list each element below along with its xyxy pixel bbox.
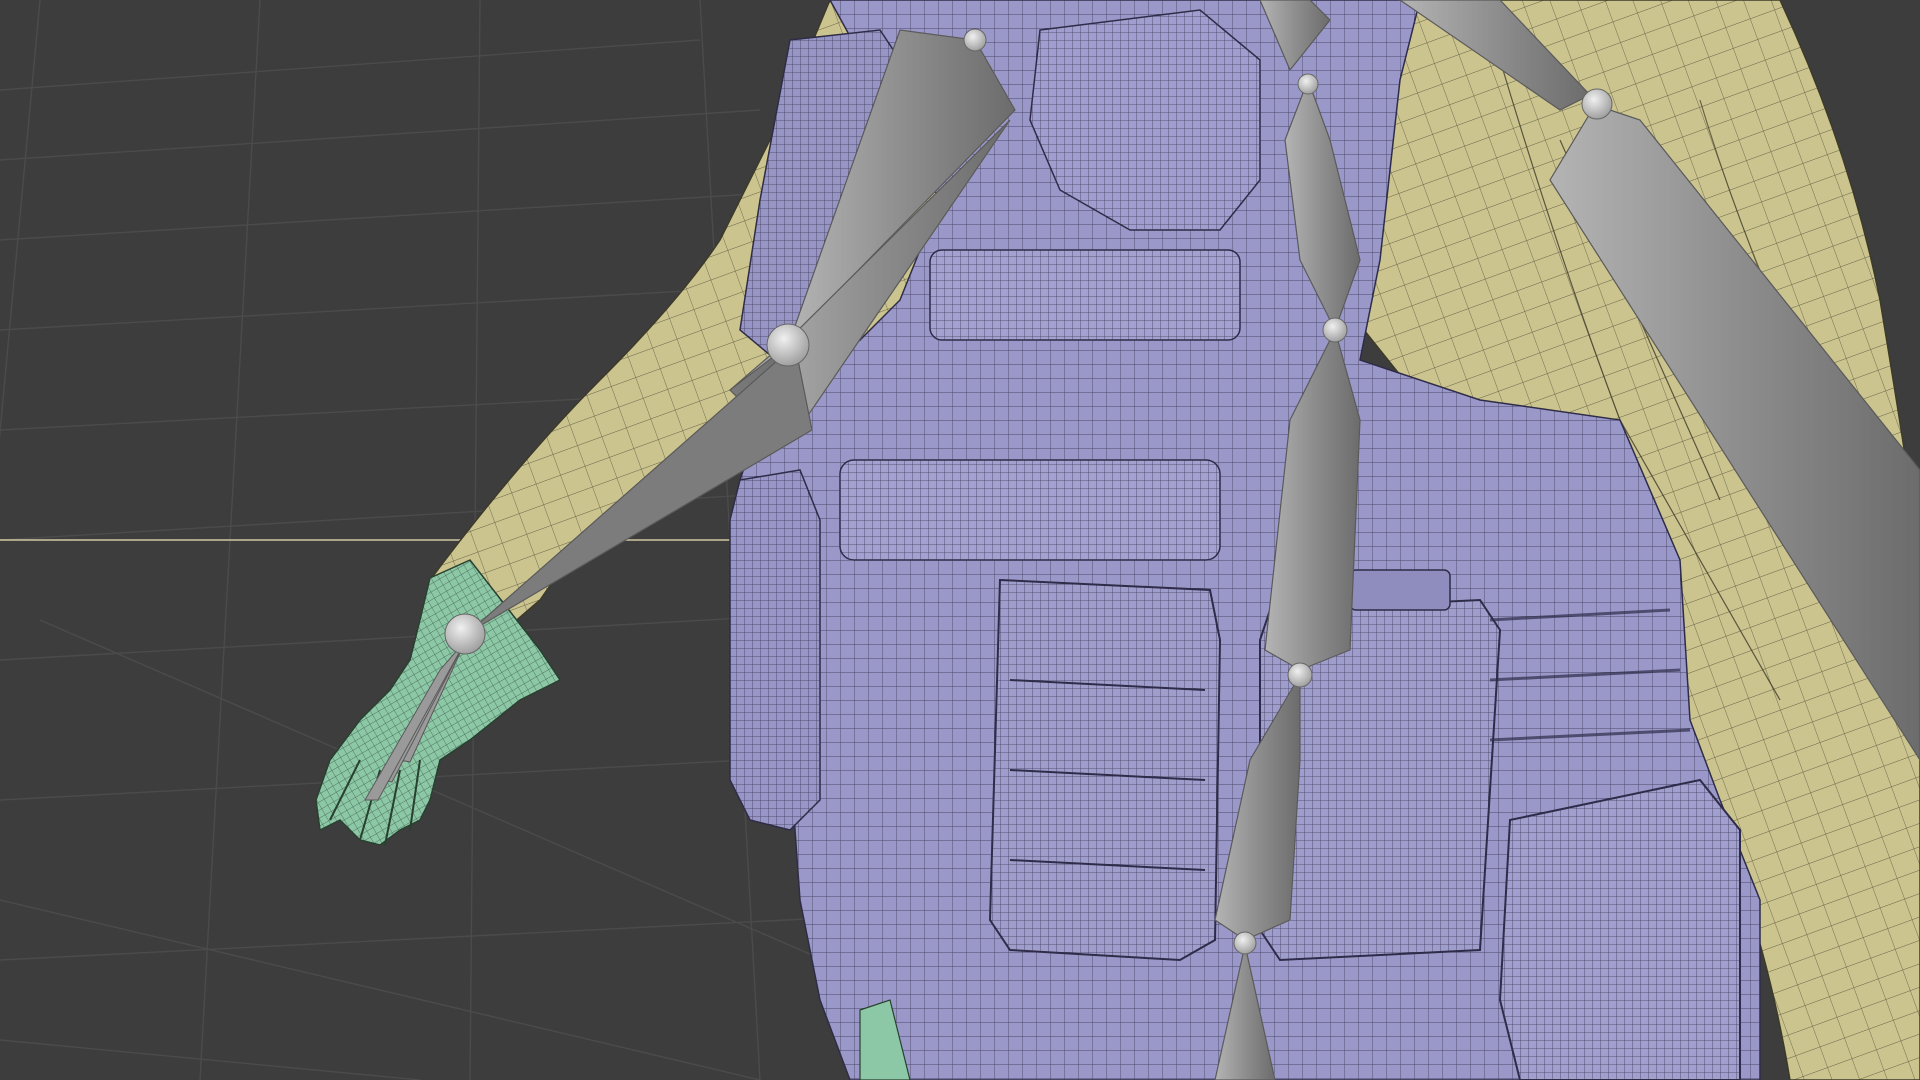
joint-shoulder-left (963, 28, 987, 52)
joint-wrist-left (444, 613, 486, 655)
joint-right-shoulder (1581, 88, 1613, 120)
joint-spine-mid (1322, 317, 1348, 343)
joint-hip (1233, 931, 1257, 955)
joint-spine-top (1297, 73, 1319, 95)
joint-elbow-left (766, 323, 810, 367)
joint-spine-low (1287, 662, 1313, 688)
3d-viewport[interactable] (0, 0, 1920, 1080)
